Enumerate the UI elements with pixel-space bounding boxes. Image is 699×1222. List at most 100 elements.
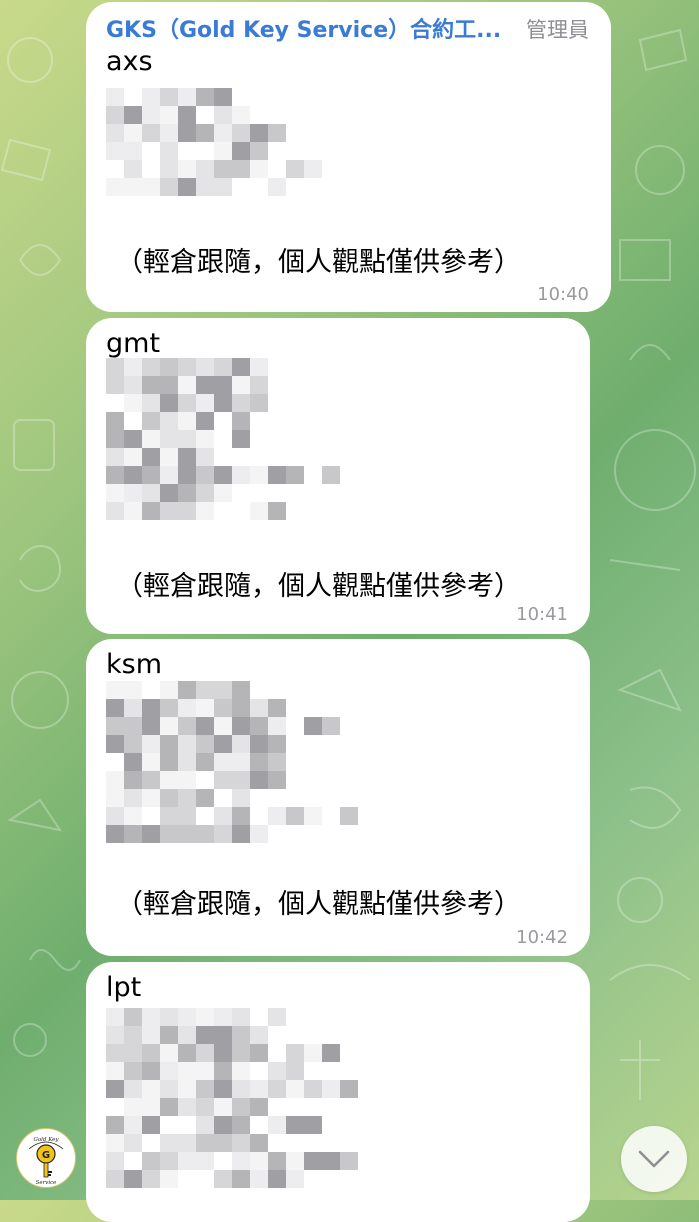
pixel-block <box>106 1080 124 1098</box>
pixel-block <box>196 1098 214 1116</box>
pixel-block <box>160 448 178 466</box>
message-bubble[interactable]: gmt （輕倉跟隨，個人觀點僅供參考） 10:41 <box>86 318 590 634</box>
pixel-block <box>160 358 178 376</box>
pixel-block <box>160 681 178 699</box>
pixel-block <box>178 789 196 807</box>
pixel-block <box>160 1134 178 1152</box>
pixel-block <box>322 1080 340 1098</box>
pixel-block <box>124 1044 142 1062</box>
message-timestamp: 10:40 <box>537 284 589 305</box>
pixel-block <box>232 825 250 843</box>
pixel-block <box>178 160 196 178</box>
pixel-block <box>142 753 160 771</box>
chat-message-list[interactable]: GKS（Gold Key Service）合約工... 管理員 axs （輕倉跟… <box>0 0 699 1222</box>
pixel-block <box>196 699 214 717</box>
pixel-block <box>160 160 178 178</box>
pixel-block <box>160 1152 178 1170</box>
pixel-block <box>286 1044 304 1062</box>
message-bubble[interactable]: lpt <box>86 962 590 1222</box>
pixel-block <box>196 753 214 771</box>
pixel-block <box>160 394 178 412</box>
message-ticker: lpt <box>106 972 142 1003</box>
pixel-block <box>214 358 232 376</box>
scroll-to-bottom-button[interactable] <box>621 1126 687 1192</box>
pixel-block <box>232 160 250 178</box>
pixel-block <box>214 142 232 160</box>
sender-name[interactable]: GKS（Gold Key Service）合約工... <box>106 12 501 44</box>
pixelated-content <box>106 358 376 528</box>
pixel-block <box>106 88 124 106</box>
message-bubble[interactable]: ksm （輕倉跟隨，個人觀點僅供參考） 10:42 <box>86 639 590 956</box>
message-disclaimer: （輕倉跟隨，個人觀點僅供參考） <box>116 889 521 920</box>
pixel-block <box>106 807 124 825</box>
pixel-block <box>142 502 160 520</box>
pixel-block <box>214 699 232 717</box>
pixel-block <box>304 1044 322 1062</box>
pixel-block <box>178 376 196 394</box>
pixel-block <box>286 1170 304 1188</box>
pixel-block <box>124 106 142 124</box>
pixel-block <box>250 825 268 843</box>
message-disclaimer: （輕倉跟隨，個人觀點僅供參考） <box>116 247 521 278</box>
pixel-block <box>106 124 124 142</box>
pixel-block <box>214 376 232 394</box>
pixel-block <box>196 1134 214 1152</box>
pixel-block <box>232 735 250 753</box>
message-timestamp: 10:42 <box>516 927 568 948</box>
pixel-block <box>124 394 142 412</box>
pixel-block <box>106 106 124 124</box>
pixel-block <box>214 717 232 735</box>
pixel-block <box>178 771 196 789</box>
pixel-block <box>196 1116 214 1134</box>
logo-text-bottom: Service <box>36 1180 58 1186</box>
pixel-block <box>250 358 268 376</box>
pixel-block <box>178 699 196 717</box>
pixel-block <box>268 1008 286 1026</box>
pixel-block <box>250 142 268 160</box>
pixel-block <box>160 484 178 502</box>
pixel-block <box>178 412 196 430</box>
pixel-block <box>142 717 160 735</box>
pixel-block <box>124 502 142 520</box>
pixel-block <box>160 178 178 196</box>
pixel-block <box>178 717 196 735</box>
pixel-block <box>232 142 250 160</box>
pixel-block <box>142 1026 160 1044</box>
pixel-block <box>106 771 124 789</box>
pixel-block <box>268 771 286 789</box>
pixel-block <box>160 1098 178 1116</box>
pixel-block <box>250 699 268 717</box>
pixel-block <box>124 430 142 448</box>
pixel-block <box>214 807 232 825</box>
pixel-block <box>106 789 124 807</box>
pixel-block <box>160 771 178 789</box>
pixel-block <box>268 178 286 196</box>
pixel-block <box>160 753 178 771</box>
pixel-block <box>124 160 142 178</box>
pixel-block <box>106 358 124 376</box>
pixel-block <box>124 178 142 196</box>
pixel-block <box>286 807 304 825</box>
pixel-block <box>196 825 214 843</box>
pixel-block <box>160 735 178 753</box>
pixel-block <box>124 735 142 753</box>
pixel-block <box>178 753 196 771</box>
sender-avatar[interactable]: G Gold Key Service <box>16 1128 76 1188</box>
pixel-block <box>250 1080 268 1098</box>
pixel-block <box>106 1008 124 1026</box>
pixel-block <box>232 376 250 394</box>
pixel-block <box>196 430 214 448</box>
pixel-block <box>160 1080 178 1098</box>
pixel-block <box>178 394 196 412</box>
pixel-block <box>340 1080 358 1098</box>
pixel-block <box>268 502 286 520</box>
pixel-block <box>160 699 178 717</box>
pixel-block <box>124 807 142 825</box>
pixel-block <box>124 753 142 771</box>
pixel-block <box>106 448 124 466</box>
pixel-block <box>178 466 196 484</box>
message-bubble[interactable]: GKS（Gold Key Service）合約工... 管理員 axs （輕倉跟… <box>86 2 611 312</box>
pixel-block <box>160 1062 178 1080</box>
pixel-block <box>142 106 160 124</box>
pixel-block <box>268 466 286 484</box>
